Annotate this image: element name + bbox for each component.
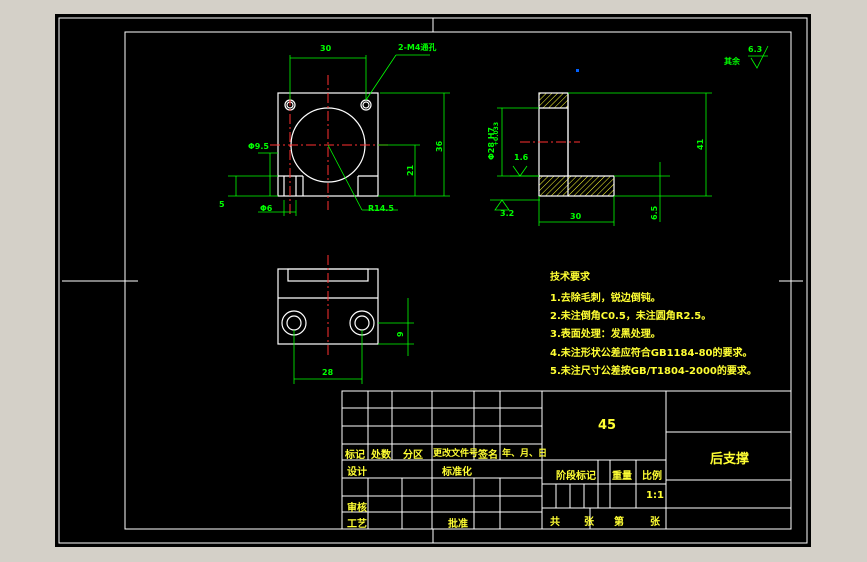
tech-requirement-item: 4.未注形状公差应符合GB1184-80的要求。 xyxy=(550,348,753,359)
roughness-general-value: 6.3 xyxy=(748,45,763,54)
tech-requirement-item: 3.表面处理：发黑处理。 xyxy=(550,329,661,340)
scale-label: 比例 xyxy=(642,471,662,482)
roughness-side: 1.6 xyxy=(514,153,529,162)
weight-label: 重量 xyxy=(612,471,632,482)
tech-requirement-item: 2.未注倒角C0.5，未注圆角R2.5。 xyxy=(550,311,712,322)
total-label: 共 xyxy=(550,517,560,528)
dim-5: 5 xyxy=(219,200,225,209)
sheet-unit-label: 张 xyxy=(584,517,594,528)
scale-value: 1:1 xyxy=(646,490,664,501)
header-signature: 签名 xyxy=(478,450,498,461)
drawing-sheet xyxy=(55,14,811,547)
header-date: 年、月、日 xyxy=(502,449,548,459)
tech-requirement-item: 1.去除毛刺，锐边倒钝。 xyxy=(550,293,661,304)
material: 45 xyxy=(598,418,617,433)
dim-holes-note: 2-M4通孔 xyxy=(398,43,437,52)
approve-label: 批准 xyxy=(448,519,468,530)
header-change-doc: 更改文件号 xyxy=(433,449,479,459)
blue-marker xyxy=(576,69,579,72)
dim-height-21: 21 xyxy=(406,164,415,176)
dim-width-30: 30 xyxy=(570,212,582,221)
dim-height-36: 36 xyxy=(435,140,444,152)
dim-width-28: 28 xyxy=(322,368,334,377)
dim-top-width: 30 xyxy=(320,44,332,53)
process-label: 工艺 xyxy=(347,519,367,530)
dim-radius: R14.5 xyxy=(368,204,394,213)
standardization-label: 标准化 xyxy=(442,467,472,478)
dim-dia-6: Φ6 xyxy=(260,204,273,213)
design-label: 设计 xyxy=(347,467,367,478)
header-count: 处数 xyxy=(371,450,391,461)
dim-9: 9 xyxy=(396,331,405,337)
page-unit-label: 张 xyxy=(650,517,660,528)
tech-requirements-title: 技术要求 xyxy=(550,272,590,283)
header-zone: 分区 xyxy=(403,450,423,461)
dim-height-41: 41 xyxy=(696,138,705,150)
check-label: 审核 xyxy=(347,503,367,514)
stage-mark-label: 阶段标记 xyxy=(556,471,596,482)
roughness-general-label: 其余 xyxy=(724,57,740,66)
drawing-canvas xyxy=(55,14,811,547)
header-mark: 标记 xyxy=(345,450,365,461)
tech-requirement-item: 5.未注尺寸公差按GB/T1804-2000的要求。 xyxy=(550,366,757,377)
roughness-bottom: 3.2 xyxy=(500,209,515,218)
dim-bore-tol: +0.033 xyxy=(493,121,500,146)
dim-6-5: 6.5 xyxy=(650,205,659,220)
part-name: 后支撑 xyxy=(710,452,750,467)
dim-dia-small: Φ9.5 xyxy=(248,142,269,151)
page-label: 第 xyxy=(614,517,624,528)
